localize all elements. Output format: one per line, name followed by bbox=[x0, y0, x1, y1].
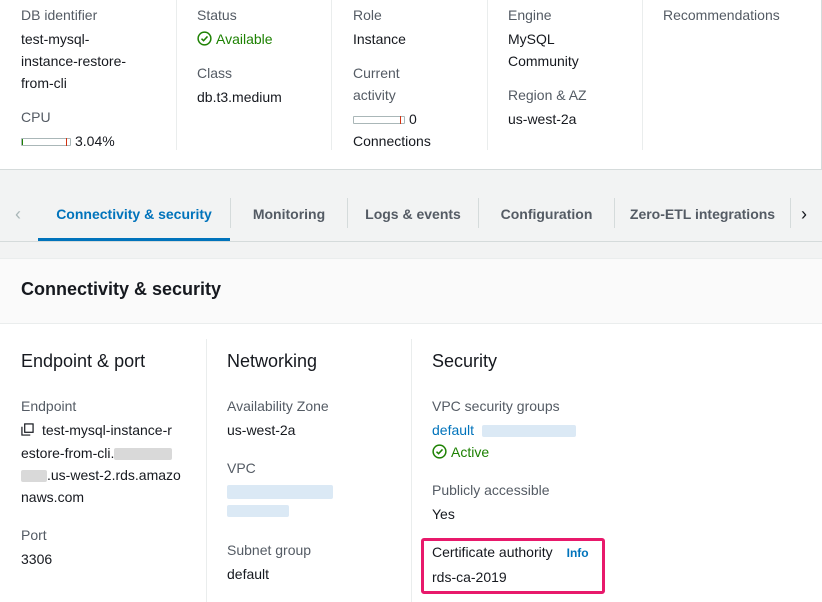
db-identifier-line-2: instance-restore- bbox=[21, 53, 127, 69]
vpc-sg-status-row: Active bbox=[432, 441, 589, 463]
endpoint-line-2-row: estore-from-cli. bbox=[21, 442, 181, 464]
redacted-text bbox=[114, 448, 173, 461]
copy-icon[interactable] bbox=[21, 420, 34, 442]
engine-line-1: MySQL bbox=[508, 31, 555, 47]
tab-connectivity-security[interactable]: Connectivity & security bbox=[38, 186, 230, 241]
summary-divider bbox=[487, 0, 488, 150]
db-identifier-section: DB identifier test-mysql- instance-resto… bbox=[21, 4, 126, 154]
endpoint-line-3: .us-west-2.rds.amazo bbox=[47, 467, 181, 483]
vpc-label: VPC bbox=[227, 460, 256, 476]
recommendations-section: Recommendations bbox=[663, 4, 780, 154]
activity-count: 0 bbox=[409, 111, 417, 127]
panel-title: Connectivity & security bbox=[21, 279, 222, 299]
db-identifier-line-1: test-mysql- bbox=[21, 31, 90, 47]
engine-line-2: Community bbox=[508, 53, 579, 69]
networking-section: Networking Availability Zone us-west-2a … bbox=[227, 349, 333, 585]
port-label: Port bbox=[21, 527, 47, 543]
region-label: Region & AZ bbox=[508, 87, 587, 103]
endpoint-line-1: test-mysql-instance-r bbox=[42, 422, 172, 438]
vpc-redacted bbox=[227, 485, 333, 517]
summary-divider bbox=[642, 0, 643, 150]
endpoint-label: Endpoint bbox=[21, 398, 77, 414]
endpoint-line-2: estore-from-cli. bbox=[21, 445, 115, 461]
cpu-value: 3.04% bbox=[75, 133, 115, 149]
vpc-sg-link[interactable]: default bbox=[432, 422, 474, 438]
activity-progress-bar bbox=[353, 116, 405, 125]
endpoint-port-title: Endpoint & port bbox=[21, 351, 146, 371]
vpc-sg-status: Active bbox=[451, 444, 490, 460]
status-label: Status bbox=[197, 7, 237, 23]
vpc-sg-label: VPC security groups bbox=[432, 398, 560, 414]
engine-label: Engine bbox=[508, 7, 552, 23]
subnet-value: default bbox=[227, 566, 270, 582]
tab-zero-etl-integrations[interactable]: Zero-ETL integrations bbox=[615, 186, 790, 241]
endpoint-line-3-row: .us-west-2.rds.amazo bbox=[21, 464, 181, 486]
summary-divider bbox=[331, 0, 332, 150]
activity-value-row: 0 bbox=[353, 108, 431, 130]
endpoint-line-4: naws.com bbox=[21, 489, 85, 505]
region-value: us-west-2a bbox=[508, 111, 577, 127]
column-divider bbox=[206, 339, 207, 602]
security-title: Security bbox=[432, 351, 498, 371]
panel-header: Connectivity & security bbox=[0, 259, 822, 324]
redacted-text bbox=[227, 485, 333, 499]
tab-scroll-left-icon[interactable]: ‹ bbox=[8, 186, 28, 242]
endpoint-port-section: Endpoint & port Endpoint test-mysql-inst… bbox=[21, 349, 181, 570]
networking-title: Networking bbox=[227, 351, 318, 371]
cpu-threshold-tick bbox=[66, 138, 67, 147]
redacted-text bbox=[481, 425, 576, 438]
check-circle-icon bbox=[432, 444, 447, 459]
instance-summary: DB identifier test-mysql- instance-resto… bbox=[0, 0, 822, 170]
activity-threshold-tick bbox=[400, 116, 401, 125]
endpoint-value-row: test-mysql-instance-r bbox=[21, 419, 181, 442]
tab-scroll-right-icon[interactable]: › bbox=[794, 186, 814, 242]
redacted-text bbox=[21, 470, 47, 483]
cpu-value-row: 3.04% bbox=[21, 130, 126, 152]
role-label: Role bbox=[353, 7, 382, 23]
vpc-sg-row: default bbox=[432, 419, 589, 441]
class-value: db.t3.medium bbox=[197, 89, 282, 105]
cpu-progress-bar bbox=[21, 138, 71, 147]
public-value: Yes bbox=[432, 506, 455, 522]
tab-divider bbox=[790, 198, 791, 228]
recommendations-label: Recommendations bbox=[663, 7, 780, 23]
activity-label-line-2: activity bbox=[353, 87, 396, 103]
status-value: Available bbox=[216, 31, 273, 47]
summary-divider bbox=[176, 0, 177, 150]
activity-unit: Connections bbox=[353, 133, 431, 149]
az-value: us-west-2a bbox=[227, 422, 296, 438]
status-section: Status Available Class db.t3.medium bbox=[197, 4, 282, 154]
tab-logs-events[interactable]: Logs & events bbox=[348, 186, 478, 241]
db-identifier-line-3: from-cli bbox=[21, 75, 67, 91]
role-section: Role Instance Current activity 0 Connect… bbox=[353, 4, 431, 154]
role-value: Instance bbox=[353, 31, 406, 47]
certificate-authority-highlight bbox=[421, 538, 605, 594]
subnet-label: Subnet group bbox=[227, 542, 312, 558]
port-value: 3306 bbox=[21, 551, 53, 567]
status-row: Available bbox=[197, 28, 282, 50]
tab-configuration[interactable]: Configuration bbox=[479, 186, 614, 241]
az-label: Availability Zone bbox=[227, 398, 329, 414]
class-label: Class bbox=[197, 65, 233, 81]
tab-monitoring[interactable]: Monitoring bbox=[231, 186, 347, 241]
redacted-text bbox=[227, 505, 289, 517]
connectivity-panel: Connectivity & security Endpoint & port … bbox=[0, 258, 822, 602]
activity-label-line-1: Current bbox=[353, 65, 400, 81]
engine-section: Engine MySQL Community Region & AZ us-we… bbox=[508, 4, 587, 154]
detail-tabs: ‹ Connectivity & security Monitoring Log… bbox=[0, 186, 822, 242]
check-circle-icon bbox=[197, 31, 212, 46]
public-label: Publicly accessible bbox=[432, 482, 550, 498]
cpu-label: CPU bbox=[21, 109, 51, 125]
column-divider bbox=[411, 339, 412, 602]
db-identifier-label: DB identifier bbox=[21, 7, 98, 23]
cpu-progress-fill bbox=[22, 139, 24, 146]
